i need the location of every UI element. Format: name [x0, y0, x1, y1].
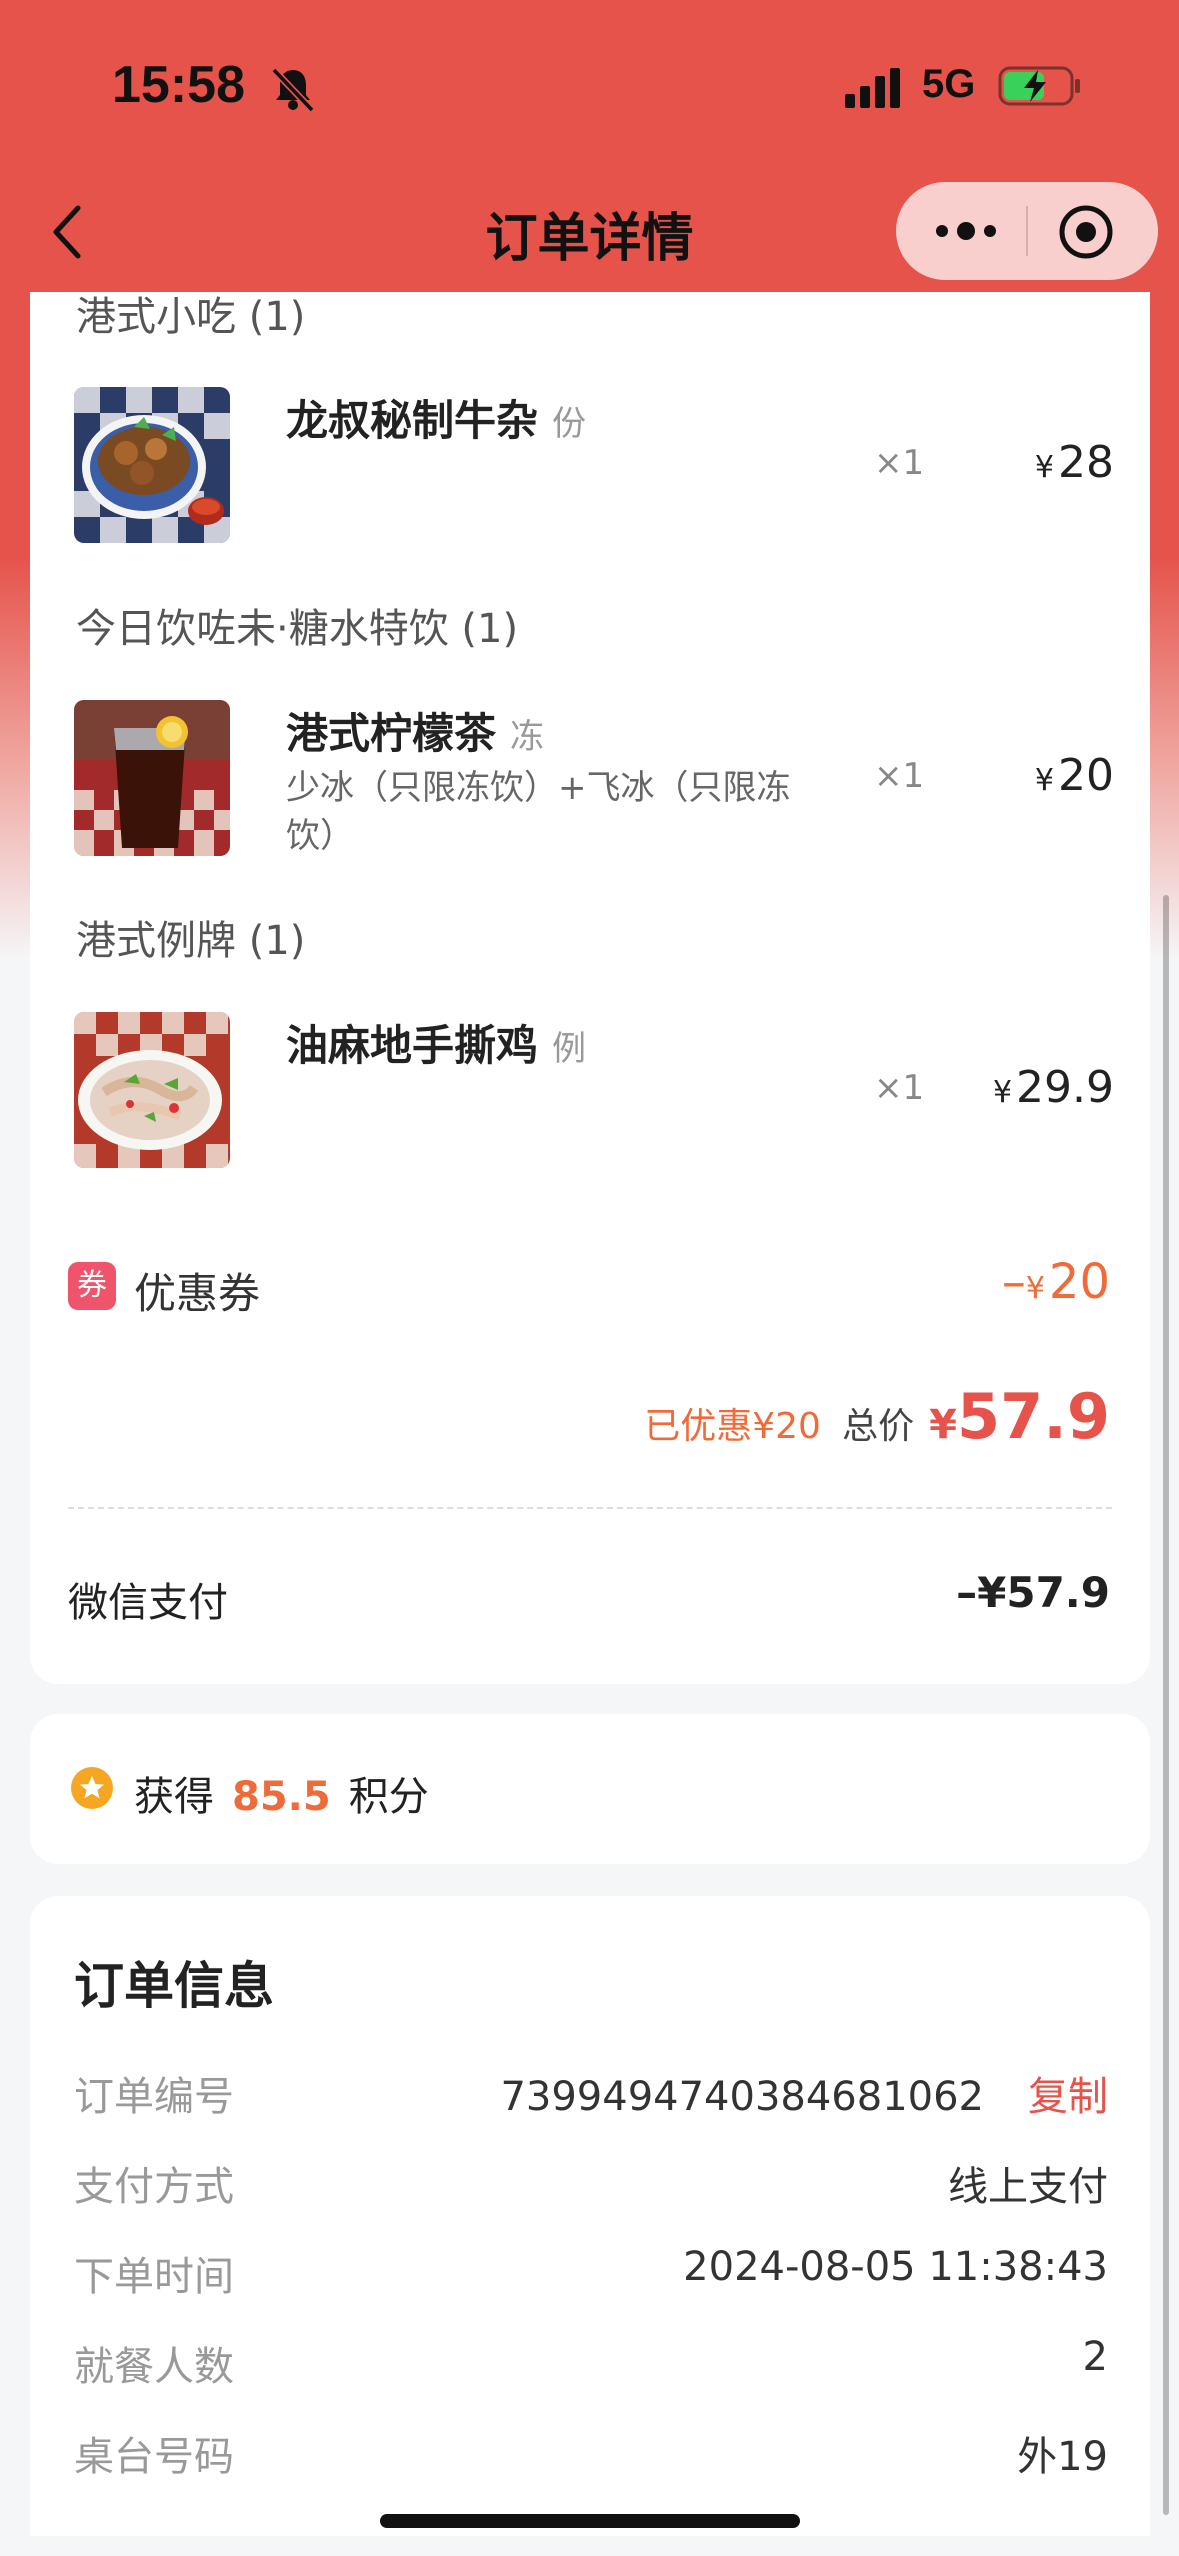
item-name: 油麻地手撕鸡例 [286, 1021, 587, 1070]
copy-button[interactable]: 复制 [1028, 2074, 1108, 2120]
group-title: 今日饮咗未·糖水特饮 (1) [76, 606, 519, 652]
currency-symbol: ¥ [992, 1075, 1013, 1110]
total-price: ¥57.9 [929, 1380, 1110, 1453]
item-unit: 冻 [510, 717, 545, 757]
coupon-label: 优惠券 [134, 1269, 261, 1318]
order-items-card: 港式小吃 (1) 龙叔秘制牛杂份 ×1 ¥28 今日饮咗未·糖水特饮 (1) 港… [30, 292, 1150, 1684]
coupon-badge-icon: 券 [68, 1262, 116, 1310]
status-bar: 15:58 5G [0, 0, 1179, 170]
item-unit: 份 [552, 404, 587, 444]
dashed-divider [68, 1507, 1112, 1509]
currency-symbol: ¥ [929, 1402, 958, 1448]
section-title: 订单信息 [74, 1957, 274, 2015]
coupon-prefix: – [1001, 1254, 1026, 1310]
info-label: 下单时间 [74, 2254, 234, 2300]
item-spec: 少冰（只限冻饮）+飞冰（只限冻饮） [286, 768, 791, 856]
order-item[interactable]: 油麻地手撕鸡例 ×1 ¥29.9 [74, 1012, 1114, 1172]
info-row-payment-method: 支付方式 线上支付 [74, 2154, 1108, 2214]
info-row-table-number: 桌台号码 外19 [74, 2424, 1108, 2484]
item-price: ¥28 [1034, 437, 1114, 488]
currency-symbol: ¥ [1025, 1271, 1045, 1306]
food-image [74, 700, 230, 856]
info-label: 桌台号码 [74, 2434, 234, 2480]
scrollbar[interactable] [1163, 895, 1169, 2515]
total-label: 总价 [842, 1406, 915, 1447]
points-star-icon [71, 1767, 113, 1809]
info-value: 2 [1082, 2334, 1108, 2380]
more-dots-icon[interactable] [926, 204, 1006, 258]
info-row-diners: 就餐人数 2 [74, 2334, 1108, 2394]
info-row-order-time: 下单时间 2024-08-05 11:38:43 [74, 2244, 1108, 2304]
currency-symbol: ¥ [1034, 450, 1054, 485]
points-value: 85.5 [232, 1774, 331, 1820]
target-icon[interactable] [1056, 202, 1116, 262]
order-info-card: 订单信息 订单编号 7399494740384681062 复制 支付方式 线上支… [30, 1896, 1150, 2536]
home-indicator[interactable] [380, 2514, 800, 2528]
capsule-divider [1026, 206, 1028, 256]
info-value: 线上支付 [948, 2164, 1108, 2210]
nav-bar: 订单详情 [0, 170, 1179, 292]
info-value: 7399494740384681062 复制 [500, 2064, 1108, 2122]
item-unit: 例 [552, 1029, 587, 1069]
item-quantity: ×1 [874, 1068, 925, 1108]
info-label: 就餐人数 [74, 2344, 234, 2390]
group-title: 港式例牌 (1) [76, 918, 306, 964]
info-label: 订单编号 [74, 2074, 234, 2120]
points-card: 获得 85.5 积分 [30, 1714, 1150, 1864]
group-title: 港式小吃 (1) [76, 294, 306, 340]
currency-symbol: ¥ [1034, 763, 1054, 798]
order-item[interactable]: 港式柠檬茶冻 少冰（只限冻饮）+飞冰（只限冻饮） ×1 ¥20 [74, 700, 1114, 860]
coupon-amount: –¥20 [1001, 1254, 1110, 1310]
payment-amount: –¥57.9 [956, 1568, 1110, 1617]
status-time: 15:58 [112, 56, 245, 114]
saved-amount: 已优惠¥20 [644, 1406, 821, 1447]
item-quantity: ×1 [874, 756, 925, 796]
signal-icon [845, 68, 900, 108]
network-label: 5G [922, 62, 976, 106]
food-image [74, 1012, 230, 1168]
info-value: 外19 [1017, 2434, 1108, 2480]
item-name: 港式柠檬茶冻 [286, 709, 545, 758]
battery-charging-icon [998, 66, 1080, 106]
order-number: 7399494740384681062 [500, 2074, 984, 2120]
item-name: 龙叔秘制牛杂份 [286, 396, 587, 445]
info-value: 2024-08-05 11:38:43 [683, 2244, 1108, 2290]
points-text: 获得 85.5 积分 [134, 1774, 429, 1820]
item-price: ¥20 [1034, 750, 1114, 801]
bell-slash-icon [271, 67, 315, 113]
payment-method-label: 微信支付 [68, 1580, 228, 1626]
total-row: 已优惠¥20 总价 ¥57.9 [644, 1380, 1110, 1460]
item-quantity: ×1 [874, 443, 925, 483]
mini-program-capsule [896, 182, 1158, 280]
info-row-order-number: 订单编号 7399494740384681062 复制 [74, 2064, 1108, 2124]
order-item[interactable]: 龙叔秘制牛杂份 ×1 ¥28 [74, 387, 1114, 547]
info-label: 支付方式 [74, 2164, 234, 2210]
item-price: ¥29.9 [992, 1062, 1114, 1113]
food-image [74, 387, 230, 543]
